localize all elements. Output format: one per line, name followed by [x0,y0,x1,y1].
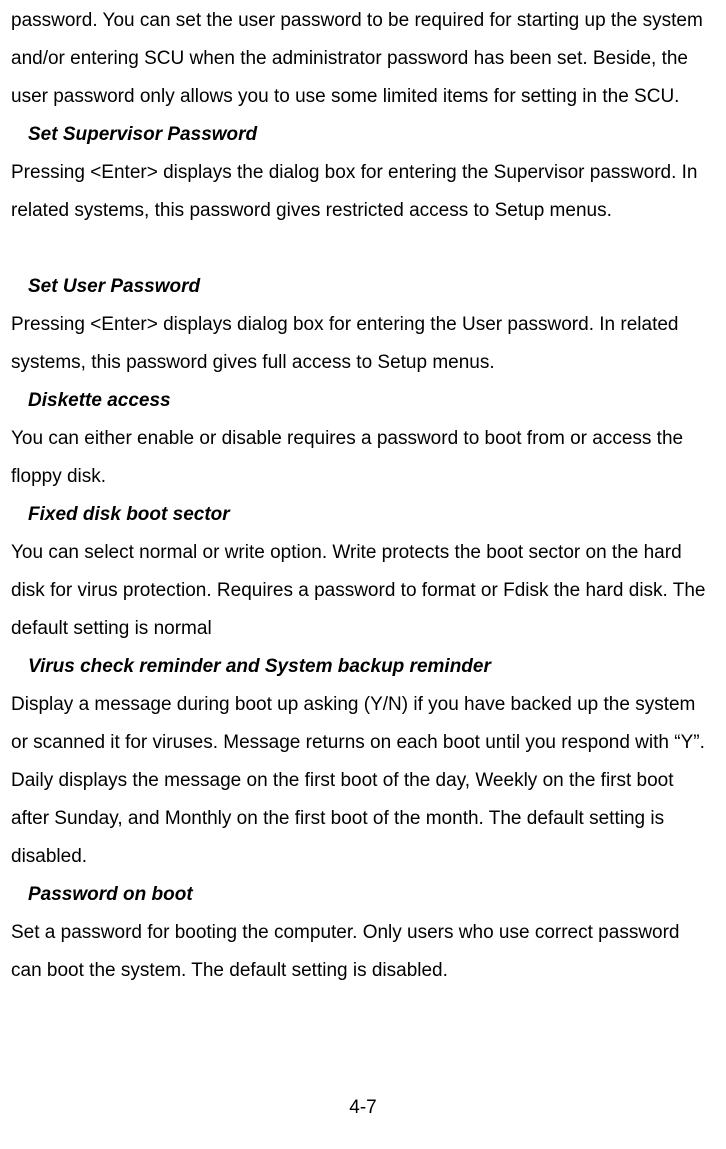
body-diskette-access: You can either enable or disable require… [11,420,714,496]
body-fixed-disk-boot-sector: You can select normal or write option. W… [11,534,714,648]
body-virus-check-reminder-1: Display a message during boot up asking … [11,686,714,762]
page-number: 4-7 [0,1089,726,1127]
section-spacer [11,230,714,268]
heading-set-supervisor-password: Set Supervisor Password [28,116,714,154]
intro-body: password. You can set the user password … [11,2,714,116]
heading-set-user-password: Set User Password [28,268,714,306]
heading-diskette-access: Diskette access [28,382,714,420]
heading-password-on-boot: Password on boot [28,876,714,914]
body-set-user-password: Pressing <Enter> displays dialog box for… [11,306,714,382]
body-password-on-boot: Set a password for booting the computer.… [11,914,714,990]
body-set-supervisor-password: Pressing <Enter> displays the dialog box… [11,154,714,230]
body-virus-check-reminder-2: Daily displays the message on the first … [11,762,714,876]
heading-fixed-disk-boot-sector: Fixed disk boot sector [28,496,714,534]
heading-virus-check-reminder: Virus check reminder and System backup r… [28,648,714,686]
